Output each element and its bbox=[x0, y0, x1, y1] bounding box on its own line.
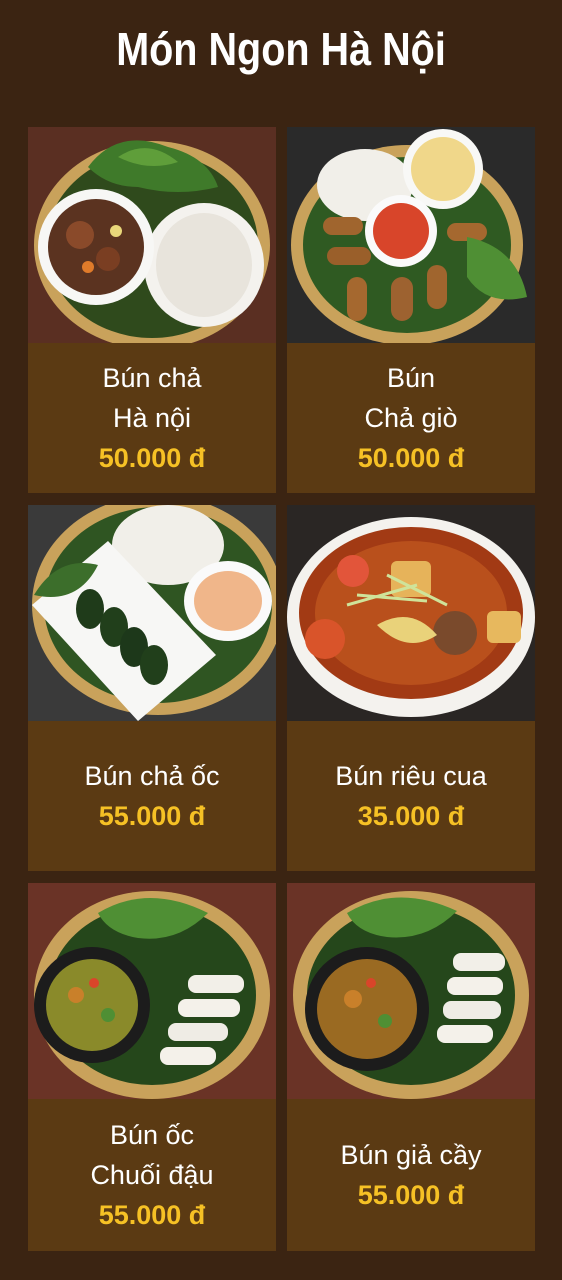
menu-item-bun-cha-ha-noi[interactable]: Bún chả Hà nội 50.000 đ bbox=[28, 127, 276, 493]
menu-item-bun-gia-cay[interactable]: Bún giả cầy 55.000 đ bbox=[287, 883, 535, 1251]
menu-item-bun-cha-oc[interactable]: Bún chả ốc 55.000 đ bbox=[28, 505, 276, 871]
menu-item-bun-oc-chuoi-dau[interactable]: Bún ốc Chuối đậu 55.000 đ bbox=[28, 883, 276, 1251]
dish-price: 55.000 đ bbox=[98, 801, 206, 831]
dish-name-line: Chuối đậu bbox=[90, 1160, 214, 1190]
dish-photo bbox=[287, 505, 535, 721]
dish-name-line: Bún giả cầy bbox=[340, 1140, 482, 1170]
dish-name-line: Hà nội bbox=[112, 403, 192, 433]
dish-name-line: Bún chả bbox=[102, 363, 202, 393]
dish-price: 35.000 đ bbox=[357, 801, 465, 831]
menu-item-bun-rieu-cua[interactable]: Bún riêu cua 35.000 đ bbox=[287, 505, 535, 871]
dish-price: 55.000 đ bbox=[357, 1180, 465, 1210]
page-title: Món Ngon Hà Nội bbox=[116, 23, 446, 75]
menu-item-info: Bún Chả giò 50.000 đ bbox=[287, 343, 535, 493]
dish-photo bbox=[287, 127, 535, 343]
dish-name-line: Bún bbox=[386, 363, 436, 393]
menu-item-info: Bún riêu cua 35.000 đ bbox=[287, 721, 535, 871]
dish-name-line: Bún chả ốc bbox=[84, 761, 220, 791]
menu-item-bun-cha-gio[interactable]: Bún Chả giò 50.000 đ bbox=[287, 127, 535, 493]
dish-photo bbox=[287, 883, 535, 1099]
dish-photo bbox=[28, 127, 276, 343]
menu-item-info: Bún chả Hà nội 50.000 đ bbox=[28, 343, 276, 493]
dish-photo bbox=[28, 505, 276, 721]
dish-name-line: Bún ốc bbox=[109, 1120, 195, 1150]
dish-price: 50.000 đ bbox=[98, 443, 206, 473]
dish-photo bbox=[28, 883, 276, 1099]
dish-name-line: Bún riêu cua bbox=[335, 761, 487, 791]
menu-item-info: Bún giả cầy 55.000 đ bbox=[287, 1099, 535, 1251]
dish-price: 55.000 đ bbox=[98, 1200, 206, 1230]
menu-item-info: Bún ốc Chuối đậu 55.000 đ bbox=[28, 1099, 276, 1251]
menu-item-info: Bún chả ốc 55.000 đ bbox=[28, 721, 276, 871]
dish-price: 50.000 đ bbox=[357, 443, 465, 473]
dish-name-line: Chả giò bbox=[364, 403, 458, 433]
